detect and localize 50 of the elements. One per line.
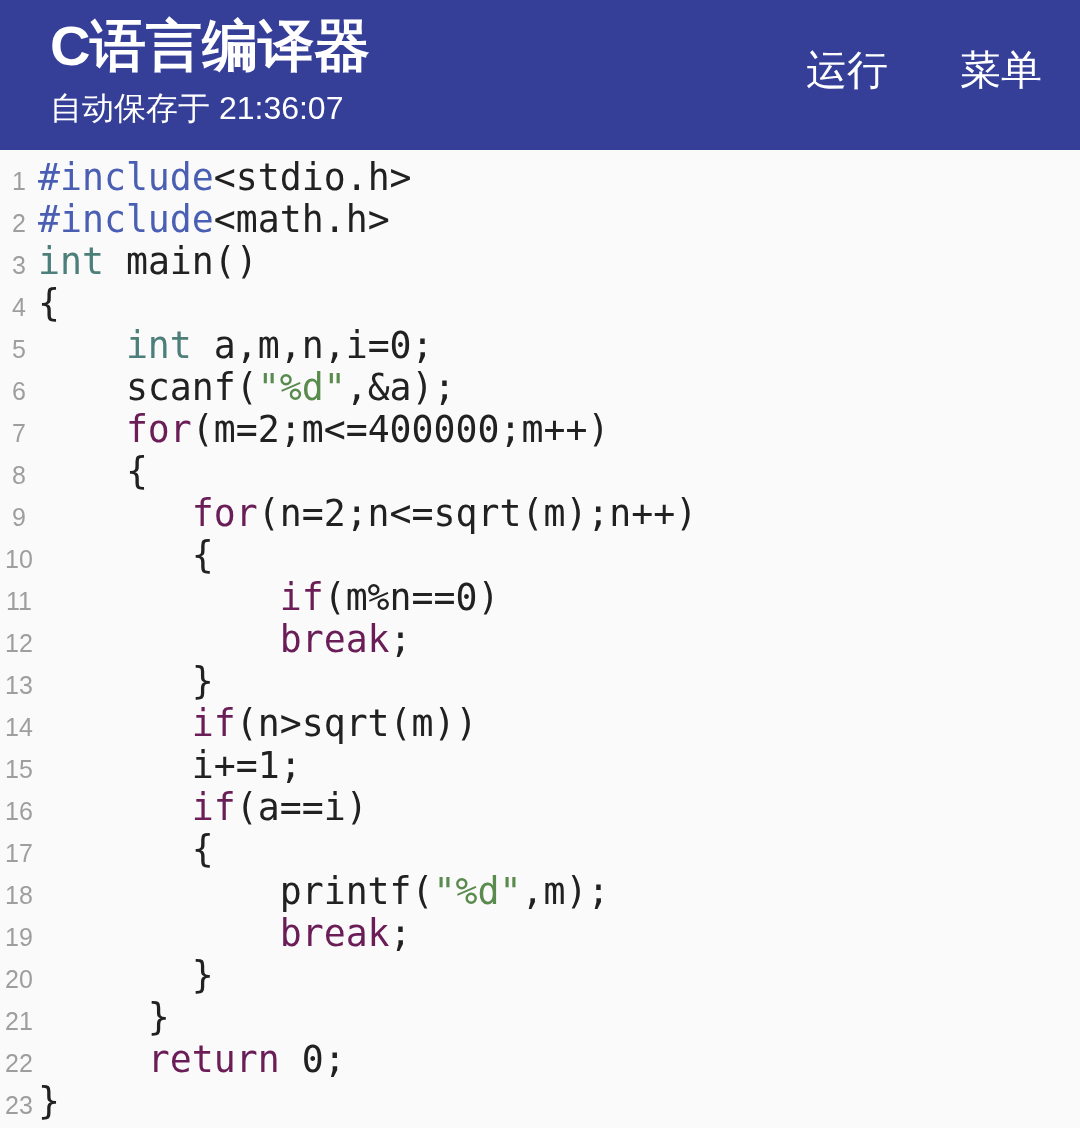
line-number: 3 [11,250,27,281]
line-number: 15 [4,754,34,785]
line-number: 14 [4,712,34,743]
code-line: for(n=2;n<=sqrt(m);n++) [191,493,698,535]
code-line: if(n>sqrt(m)) [191,703,478,745]
line-number: 8 [11,460,27,491]
code-line: scanf("%d",&a); [125,367,456,409]
line-number: 18 [4,880,34,911]
code-line: { [38,283,60,325]
code-line: if(a==i) [191,787,368,829]
autosave-status: 自动保存于 21:36:07 [50,89,345,128]
code-line: } [38,1081,60,1123]
line-number: 6 [11,376,27,407]
code-line: break; [279,913,412,955]
code-line: printf("%d",m); [279,871,610,913]
app-title: C语言编译器 [50,16,371,76]
line-number: 19 [4,922,34,953]
code-line: int a,m,n,i=0; [125,325,434,367]
line-number: 2 [11,208,27,239]
line-number: 23 [4,1090,34,1121]
line-number: 4 [11,292,27,323]
line-number: 16 [4,796,34,827]
line-number: 22 [4,1048,34,1079]
line-number: 11 [5,586,33,617]
line-number: 10 [4,544,34,575]
code-line: } [191,955,214,997]
code-line: { [191,535,214,577]
code-line: #include<stdio.h> [38,157,412,199]
code-line: { [191,829,214,871]
line-number: 1 [11,166,27,197]
code-line: #include<math.h> [38,199,390,241]
line-number: 20 [4,964,34,995]
line-number: 9 [11,502,27,533]
code-line: if(m%n==0) [279,577,500,619]
code-line: i+=1; [191,745,302,787]
code-line: return 0; [147,1039,346,1081]
code-line: } [191,661,214,703]
code-line: { [125,451,148,493]
line-number: 5 [11,334,27,365]
line-number: 17 [4,838,34,869]
code-line: int main() [38,241,258,283]
code-line: } [147,997,170,1039]
line-number: 7 [11,418,27,449]
line-number: 13 [4,670,34,701]
code-line: for(m=2;m<=400000;m++) [125,409,610,451]
line-number: 21 [4,1006,34,1037]
toolbar-action[interactable]: 运行 [788,40,906,100]
toolbar-action[interactable]: 菜单 [942,40,1060,100]
line-number: 12 [4,628,34,659]
code-line: break; [279,619,412,661]
